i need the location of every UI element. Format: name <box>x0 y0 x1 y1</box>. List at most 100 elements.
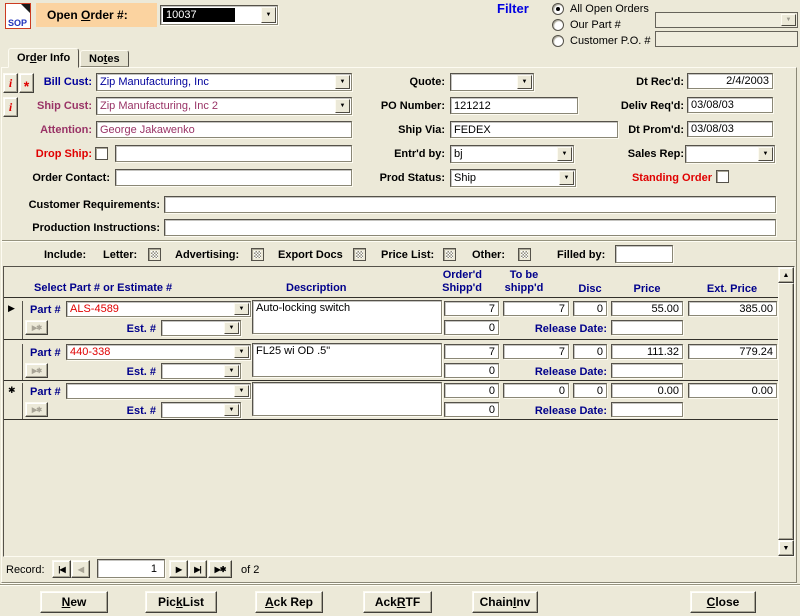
dt-recd-input[interactable]: 2/4/2003 <box>687 73 773 89</box>
tobe-shipped-field[interactable]: 7 <box>503 301 569 316</box>
filter-radio-customer-po[interactable] <box>552 35 564 47</box>
filter-radio-our-part[interactable] <box>552 19 564 31</box>
ext-price-field[interactable]: 0.00 <box>688 383 777 398</box>
entered-by-dropdown-button[interactable]: ▼ <box>557 147 572 161</box>
description-field[interactable]: Auto-locking switch <box>252 300 442 334</box>
drop-ship-input[interactable] <box>115 145 352 162</box>
release-date-field[interactable] <box>611 402 683 417</box>
est-number-combo[interactable]: ▼ <box>161 320 241 336</box>
drop-ship-checkbox[interactable] <box>95 147 108 160</box>
divider <box>2 240 796 242</box>
ext-price-field[interactable]: 385.00 <box>688 301 777 316</box>
part-number-dropdown-button[interactable]: ▼ <box>234 303 249 315</box>
quote-dropdown-button[interactable]: ▼ <box>517 75 532 89</box>
our-part-combo[interactable]: ▼ <box>655 12 798 28</box>
tobe-shipped-field[interactable]: 7 <box>503 344 569 359</box>
est-number-combo[interactable]: ▼ <box>161 363 241 379</box>
scrollbar-thumb[interactable] <box>778 283 794 540</box>
description-field[interactable]: FL25 wi OD .5" <box>252 343 442 377</box>
goto-part-button[interactable]: ▶✱ <box>25 402 48 417</box>
scrollbar-up-button[interactable]: ▲ <box>778 267 794 283</box>
open-order-dropdown-button[interactable]: ▼ <box>261 7 276 23</box>
est-label: Est. # <box>96 405 156 417</box>
ordered-qty-field[interactable]: 7 <box>444 301 499 316</box>
part-number-combo[interactable]: ALS-4589 ▼ <box>66 301 251 317</box>
ordered-qty-field[interactable]: 7 <box>444 344 499 359</box>
est-number-dropdown-button[interactable]: ▼ <box>224 365 239 377</box>
description-field[interactable] <box>252 382 442 416</box>
include-export-docs-checkbox[interactable] <box>353 248 366 261</box>
record-first-button[interactable]: |◀ <box>52 560 71 578</box>
sales-rep-combo[interactable]: ▼ <box>685 145 775 163</box>
disc-field[interactable]: 0 <box>573 301 607 316</box>
disc-field[interactable]: 0 <box>573 344 607 359</box>
shipped-qty-field[interactable]: 0 <box>444 402 499 417</box>
filled-by-input[interactable] <box>615 245 673 263</box>
est-number-combo[interactable]: ▼ <box>161 402 241 418</box>
prod-status-dropdown-button[interactable]: ▼ <box>559 171 574 185</box>
ack-rep-button[interactable]: Ack Rep <box>255 591 323 613</box>
new-button[interactable]: New <box>40 591 108 613</box>
shipped-qty-value: 0 <box>489 322 495 334</box>
quote-combo[interactable]: ▼ <box>450 73 534 91</box>
shipped-qty-field[interactable]: 0 <box>444 320 499 335</box>
ack-rtf-button[interactable]: Ack RTF <box>363 591 432 613</box>
part-number-dropdown-button[interactable]: ▼ <box>234 385 249 397</box>
shipped-qty-field[interactable]: 0 <box>444 363 499 378</box>
tobe-shipped-field[interactable]: 0 <box>503 383 569 398</box>
price-field[interactable]: 0.00 <box>611 383 683 398</box>
entered-by-combo[interactable]: bj ▼ <box>450 145 574 163</box>
po-number-input[interactable]: 121212 <box>450 97 578 114</box>
est-number-dropdown-button[interactable]: ▼ <box>224 404 239 416</box>
production-instructions-input[interactable] <box>164 219 776 236</box>
filter-radio-all-open-orders[interactable] <box>552 3 564 15</box>
release-date-field[interactable] <box>611 363 683 378</box>
our-part-dropdown-button[interactable]: ▼ <box>781 14 796 26</box>
record-selector[interactable]: ▶ <box>4 301 23 339</box>
est-number-dropdown-button[interactable]: ▼ <box>224 322 239 334</box>
release-date-field[interactable] <box>611 320 683 335</box>
price-field[interactable]: 55.00 <box>611 301 683 316</box>
goto-part-button[interactable]: ▶✱ <box>25 363 48 378</box>
grid-scrollbar[interactable]: ▲ ▼ <box>778 267 794 556</box>
include-letter-checkbox[interactable] <box>148 248 161 261</box>
include-price-list-checkbox[interactable] <box>443 248 456 261</box>
ext-price-field[interactable]: 779.24 <box>688 344 777 359</box>
include-advertising-checkbox[interactable] <box>251 248 264 261</box>
record-prev-button[interactable]: ◀ <box>71 560 90 578</box>
po-number-label: PO Number: <box>345 100 445 112</box>
tab-order-info[interactable]: Order Info <box>8 48 79 68</box>
pick-list-button[interactable]: Pick List <box>145 591 217 613</box>
record-next-button[interactable]: ▶ <box>169 560 188 578</box>
part-number-combo[interactable]: ▼ <box>66 383 251 399</box>
goto-part-button[interactable]: ▶✱ <box>25 320 48 335</box>
tab-notes[interactable]: Notes <box>80 50 129 67</box>
dt-promd-input[interactable]: 03/08/03 <box>687 121 773 137</box>
price-field[interactable]: 111.32 <box>611 344 683 359</box>
ordered-qty-field[interactable]: 0 <box>444 383 499 398</box>
record-selector[interactable] <box>4 344 23 380</box>
record-selector[interactable]: ✱ <box>4 383 23 419</box>
bill-cust-combo[interactable]: Zip Manufacturing, Inc ▼ <box>96 73 352 91</box>
record-last-button[interactable]: ▶| <box>188 560 207 578</box>
open-order-combo[interactable]: 10037 ▼ <box>160 5 278 25</box>
deliv-reqd-input[interactable]: 03/08/03 <box>687 97 773 113</box>
scrollbar-down-button[interactable]: ▼ <box>778 540 794 556</box>
disc-field[interactable]: 0 <box>573 383 607 398</box>
include-other-checkbox[interactable] <box>518 248 531 261</box>
part-number-combo[interactable]: 440-338 ▼ <box>66 344 251 360</box>
record-number-input[interactable]: 1 <box>97 559 165 578</box>
part-number-dropdown-button[interactable]: ▼ <box>234 346 249 358</box>
ship-cust-combo[interactable]: Zip Manufacturing, Inc 2 ▼ <box>96 97 352 115</box>
bottom-divider <box>0 584 800 586</box>
sales-rep-dropdown-button[interactable]: ▼ <box>758 147 773 161</box>
chain-inv-button[interactable]: Chain Inv <box>472 591 538 613</box>
prod-status-combo[interactable]: Ship ▼ <box>450 169 576 187</box>
record-new-button[interactable]: ▶✱ <box>208 560 232 578</box>
close-button[interactable]: Close <box>690 591 756 613</box>
standing-order-checkbox[interactable] <box>716 170 729 183</box>
customer-requirements-input[interactable] <box>164 196 776 213</box>
order-contact-input[interactable] <box>115 169 352 186</box>
attention-input[interactable]: George Jakawenko <box>96 121 352 138</box>
customer-po-input[interactable] <box>655 31 798 47</box>
